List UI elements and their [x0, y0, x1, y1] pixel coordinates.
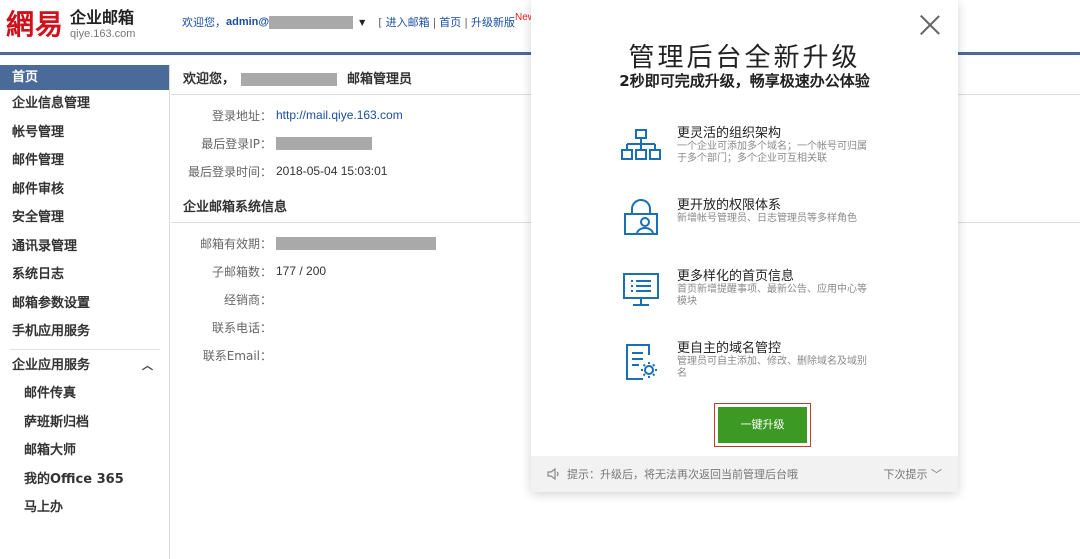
domain-settings-icon [626, 344, 657, 380]
sidebar-item-contacts[interactable]: 通讯录管理 [0, 233, 169, 262]
monitor-list-icon [623, 273, 659, 306]
org-chart-icon [621, 129, 661, 160]
remind-next-time[interactable]: 下次提示 ﹀ [884, 466, 943, 482]
sidebar-subitem-fax[interactable]: 邮件传真 [0, 380, 169, 409]
upgrade-new-link[interactable]: 升级新版 [471, 16, 515, 29]
caret-down-icon[interactable]: ▼ [359, 18, 365, 27]
chevron-down-icon: ﹀ [931, 468, 942, 481]
feature-desc: 一个企业可添加多个域名；一个帐号可归属于多个部门；多个企业可互相关联 [677, 141, 867, 164]
sidebar-item-security[interactable]: 安全管理 [0, 204, 169, 233]
feature-title: 更开放的权限体系 [677, 198, 782, 213]
sidebar-group-apps[interactable]: 企业应用服务 ︿ [0, 352, 169, 381]
sidebar-item-mail-review[interactable]: 邮件审核 [0, 176, 169, 205]
feature-desc: 新增帐号管理员、日志管理员等多样角色 [677, 213, 857, 224]
info-label: 邮箱有效期： [199, 236, 272, 251]
upgrade-button[interactable]: 一键升级 [718, 407, 807, 443]
sidebar-item-company-info[interactable]: 企业信息管理 [0, 90, 169, 119]
sidebar: 首页 企业信息管理 帐号管理 邮件管理 邮件审核 安全管理 通讯录管理 系统日志… [0, 65, 170, 559]
redacted-username [269, 15, 354, 29]
logo-mark: 網易 [6, 8, 65, 41]
footer-tip-text: 提示：升级后，将无法再次返回当前管理后台哦 [567, 468, 798, 481]
home-link[interactable]: 首页 [439, 16, 461, 29]
modal-footer: 提示：升级后，将无法再次返回当前管理后台哦 下次提示 ﹀ [531, 456, 958, 492]
upgrade-modal: 管理后台全新升级 2秒即可完成升级，畅享极速办公体验 更灵活的组织架构 一个企业… [531, 0, 958, 492]
feature-title: 更灵活的组织架构 [677, 126, 782, 141]
sidebar-subitem-mashangban[interactable]: 马上办 [0, 494, 169, 523]
feature-title: 更多样化的首页信息 [677, 269, 795, 284]
welcome-role: 邮箱管理员 [347, 71, 413, 87]
logo-subtitle: qiye.163.com [70, 28, 136, 40]
sidebar-item-mailbox-params[interactable]: 邮箱参数设置 [0, 290, 169, 319]
feature-desc: 首页新增提醒事项、最新公告、应用中心等模块 [677, 284, 867, 307]
info-label: 登录地址： [211, 108, 272, 123]
redacted-name [241, 73, 338, 86]
logo-title: 企业邮箱 [70, 8, 135, 27]
welcome-label: 欢迎您， [183, 71, 236, 87]
sidebar-item-system-log[interactable]: 系统日志 [0, 261, 169, 290]
sidebar-item-accounts[interactable]: 帐号管理 [0, 119, 169, 148]
feature-desc: 管理员可自主添加、修改、删除域名及域别名 [677, 356, 867, 379]
upgrade-button-frame: 一键升级 [714, 403, 811, 447]
enter-mailbox-link[interactable]: 进入邮箱 [386, 16, 430, 29]
info-label: 子邮箱数： [211, 264, 272, 279]
sidebar-divider [10, 348, 160, 350]
sidebar-item-mail[interactable]: 邮件管理 [0, 147, 169, 176]
info-label: 最后登录时间： [187, 164, 272, 179]
info-value: 177 / 200 [276, 264, 327, 278]
sidebar-subitem-mail-master[interactable]: 邮箱大师 [0, 437, 169, 466]
lock-user-icon [624, 199, 658, 235]
footer-tip: 提示：升级后，将无法再次返回当前管理后台哦 [547, 466, 798, 482]
sidebar-group-label: 企业应用服务 [12, 357, 91, 373]
sidebar-subitem-office365[interactable]: 我的Office 365 [0, 466, 169, 495]
sidebar-subitem-sox-archive[interactable]: 萨班斯归档 [0, 409, 169, 438]
top-links: [进入邮箱 | 首页 | 升级新版 [378, 16, 516, 29]
modal-title: 管理后台全新升级 [628, 43, 861, 73]
redacted-ip [276, 136, 372, 150]
logo[interactable]: 網易 企业邮箱 qiye.163.com [6, 8, 135, 42]
welcome-bar: 欢迎您， admin@ ▼ [进入邮箱 | 首页 | 升级新版 New [182, 12, 535, 30]
speaker-icon [547, 468, 559, 480]
info-label: 经销商： [223, 292, 272, 307]
welcome-prefix: 欢迎您， [182, 16, 226, 29]
feature-domain: 更自主的域名管控 管理员可自主添加、修改、删除域名及域别名 [621, 337, 867, 397]
sidebar-item-mobile-services[interactable]: 手机应用服务 [0, 318, 169, 347]
close-icon[interactable] [920, 15, 940, 35]
sidebar-item-home[interactable]: 首页 [0, 65, 169, 90]
info-label: 联系Email： [202, 348, 272, 363]
feature-title: 更自主的域名管控 [677, 341, 782, 356]
login-url-link[interactable]: http://mail.qiye.163.com [276, 108, 403, 122]
feature-homepage: 更多样化的首页信息 首页新增提醒事项、最新公告、应用中心等模块 [621, 265, 867, 325]
chevron-up-icon[interactable]: ︿ [142, 352, 153, 381]
feature-permissions: 更开放的权限体系 新增帐号管理员、日志管理员等多样角色 [621, 194, 861, 254]
feature-org: 更灵活的组织架构 一个企业可添加多个域名；一个帐号可归属于多个部门；多个企业可互… [621, 122, 867, 182]
info-value: 2018-05-04 15:03:01 [276, 164, 388, 178]
modal-subtitle: 2秒即可完成升级，畅享极速办公体验 [619, 72, 870, 90]
welcome-user: admin@ [226, 16, 270, 28]
info-label: 联系电话： [211, 320, 272, 335]
redacted-validity [276, 236, 436, 250]
remind-next-label: 下次提示 [883, 468, 928, 481]
info-label: 最后登录IP： [201, 136, 272, 151]
